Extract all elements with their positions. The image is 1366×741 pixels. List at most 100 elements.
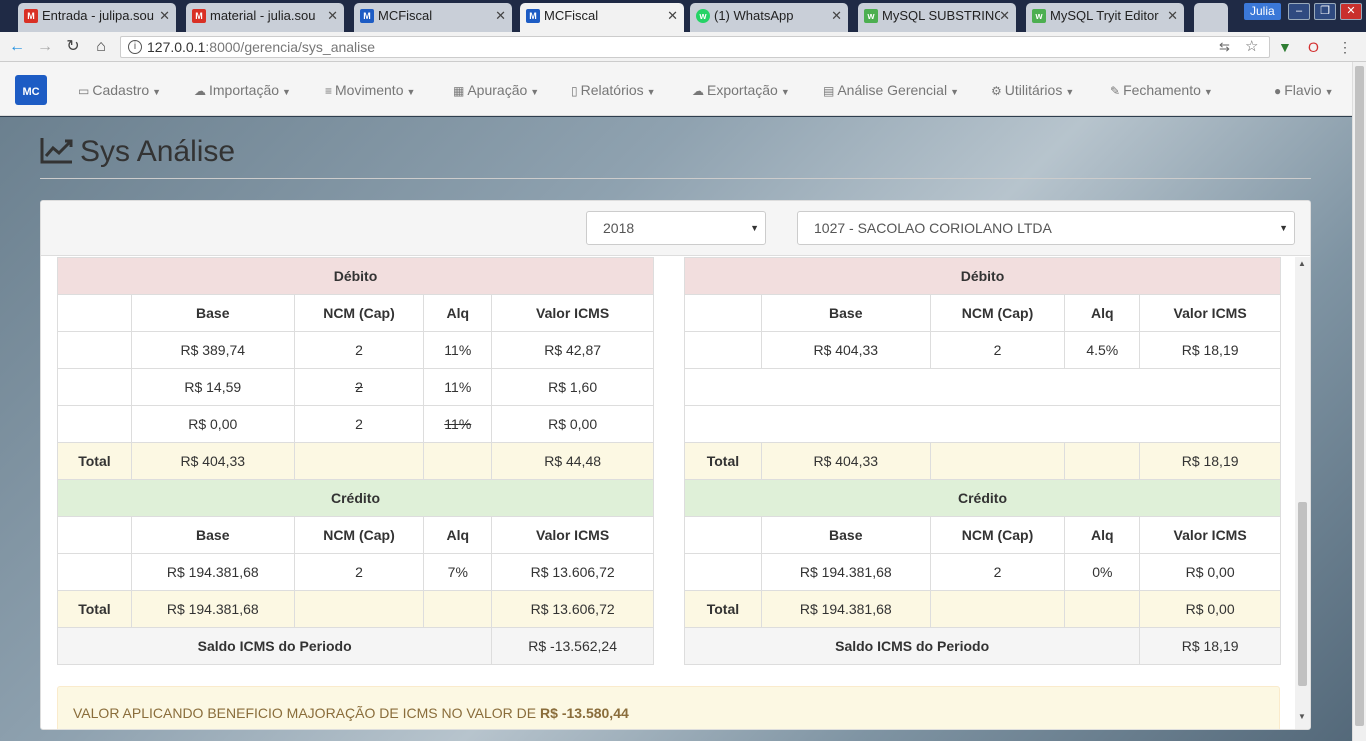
- restore-icon[interactable]: ❐: [1314, 3, 1336, 20]
- menu-movimento[interactable]: ≡ Movimento ▼: [325, 82, 415, 98]
- panel-filters: 2018 ▼ 1027 - SACOLAO CORIOLANO LTDA ▼: [41, 201, 1310, 256]
- url-path: :8000/gerencia/sys_analise: [205, 39, 376, 55]
- profile-badge[interactable]: Julia: [1244, 3, 1281, 20]
- page-scrollbar[interactable]: [1352, 62, 1366, 741]
- year-select[interactable]: 2018 ▼: [586, 211, 766, 245]
- company-select[interactable]: 1027 - SACOLAO CORIOLANO LTDA ▼: [797, 211, 1295, 245]
- opera-icon[interactable]: O: [1308, 39, 1319, 55]
- caret-down-icon: ▼: [152, 87, 162, 97]
- reload-icon[interactable]: ↻: [64, 38, 82, 56]
- caret-down-icon: ▼: [406, 87, 416, 97]
- w3schools-icon: w: [864, 9, 878, 23]
- caret-down-icon: ▼: [950, 87, 959, 97]
- menu-analise-gerencial[interactable]: ▤ Análise Gerencial ▼: [823, 82, 959, 98]
- saldo-row: Saldo ICMS do Periodo R$ 18,19: [683, 627, 1281, 665]
- table-row: R$ 389,74 2 11% R$ 42,87: [57, 331, 654, 369]
- select-arrow-icon: ▼: [750, 223, 759, 233]
- caret-down-icon: ▼: [780, 87, 790, 97]
- browser-tab[interactable]: M material - julia.sou ✕: [186, 3, 344, 32]
- table-row: R$ 404,33 2 4.5% R$ 18,19: [684, 331, 1281, 369]
- section-header-debito: Débito: [57, 257, 654, 295]
- browser-tab[interactable]: M MCFiscal ✕: [354, 3, 512, 32]
- column-header-row: Base NCM (Cap) Alq Valor ICMS: [684, 516, 1281, 554]
- close-tab-icon[interactable]: ✕: [999, 3, 1010, 29]
- browser-tab-strip: M Entrada - julipa.sou ✕ M material - ju…: [0, 0, 1366, 32]
- translate-icon[interactable]: ⇆: [1219, 37, 1230, 57]
- browser-tab-active[interactable]: M MCFiscal ✕: [520, 3, 684, 32]
- close-tab-icon[interactable]: ✕: [831, 3, 842, 29]
- analysis-panel: 2018 ▼ 1027 - SACOLAO CORIOLANO LTDA ▼ D…: [40, 200, 1311, 730]
- forward-arrow-icon[interactable]: →: [36, 38, 54, 56]
- caret-down-icon: ▼: [1203, 87, 1213, 97]
- browser-tab[interactable]: M Entrada - julipa.sou ✕: [18, 3, 176, 32]
- laptop-icon: ▭: [78, 84, 90, 98]
- icms-table-right: Débito Base NCM (Cap) Alq Valor ICMS R$ …: [683, 257, 1281, 665]
- browser-tab[interactable]: w MySQL Tryit Editor ✕: [1026, 3, 1184, 32]
- caret-down-icon: ▼: [530, 87, 540, 97]
- saldo-row: Saldo ICMS do Periodo R$ -13.562,24: [56, 627, 654, 665]
- column-header-row: Base NCM (Cap) Alq Valor ICMS: [57, 294, 654, 332]
- close-tab-icon[interactable]: ✕: [667, 3, 678, 29]
- close-tab-icon[interactable]: ✕: [495, 3, 506, 29]
- menu-importacao[interactable]: ☁ Importação ▼: [194, 82, 291, 98]
- app-logo[interactable]: MC: [15, 75, 47, 105]
- mcfiscal-icon: M: [526, 9, 540, 23]
- bookmark-star-icon[interactable]: ☆: [1245, 37, 1258, 57]
- section-header-debito: Débito: [684, 257, 1281, 295]
- close-tab-icon[interactable]: ✕: [327, 3, 338, 29]
- minimize-icon[interactable]: –: [1288, 3, 1310, 20]
- caret-down-icon: ▼: [282, 87, 291, 97]
- panel-body: Débito Base NCM (Cap) Alq Valor ICMS R$ …: [41, 257, 1310, 729]
- close-tab-icon[interactable]: ✕: [1167, 3, 1178, 29]
- menu-dots-icon[interactable]: ⋮: [1338, 39, 1352, 56]
- gear-icon: ⚙: [991, 84, 1002, 98]
- panel-scrollbar[interactable]: ▲ ▼: [1295, 257, 1310, 729]
- total-row: Total R$ 404,33 R$ 18,19: [684, 442, 1281, 480]
- info-icon[interactable]: i: [128, 40, 142, 54]
- cloud-download-icon: ☁: [692, 84, 704, 98]
- back-arrow-icon[interactable]: ←: [8, 38, 26, 56]
- title-divider: [40, 178, 1311, 179]
- browser-tab[interactable]: w (1) WhatsApp ✕: [690, 3, 848, 32]
- whatsapp-icon: w: [696, 9, 710, 23]
- w3schools-icon: w: [1032, 9, 1046, 23]
- total-row: Total R$ 404,33 R$ 44,48: [57, 442, 654, 480]
- menu-utilitarios[interactable]: ⚙ Utilitários ▼: [991, 82, 1074, 98]
- menu-fechamento[interactable]: ✎ Fechamento ▼: [1110, 82, 1213, 98]
- window-close-icon[interactable]: ✕: [1340, 3, 1362, 20]
- line-chart-icon: [40, 136, 74, 172]
- close-tab-icon[interactable]: ✕: [159, 3, 170, 29]
- icms-table-left: Débito Base NCM (Cap) Alq Valor ICMS R$ …: [56, 257, 654, 665]
- empty-row: [684, 368, 1281, 406]
- section-header-credito: Crédito: [57, 479, 654, 517]
- calculator-icon: ▦: [453, 84, 465, 98]
- menu-apuracao[interactable]: ▦ Apuração ▼: [453, 82, 539, 98]
- page-scrollbar-thumb[interactable]: [1355, 66, 1364, 726]
- new-tab-button[interactable]: [1194, 3, 1228, 32]
- menu-user[interactable]: ● Flavio ▼: [1274, 82, 1334, 98]
- table-row: R$ 0,00 2 11% R$ 0,00: [57, 405, 654, 443]
- wrench-icon: ✎: [1110, 84, 1121, 98]
- menu-cadastro[interactable]: ▭ Cadastro ▼: [78, 82, 161, 98]
- section-header-credito: Crédito: [684, 479, 1281, 517]
- scroll-up-icon[interactable]: ▲: [1298, 259, 1306, 268]
- table-row: R$ 194.381,68 2 7% R$ 13.606,72: [57, 553, 654, 591]
- address-bar: ← → ↻ ⌂ i 127.0.0.1:8000/gerencia/sys_an…: [0, 32, 1366, 62]
- vue-devtools-icon[interactable]: ▼: [1278, 39, 1292, 55]
- url-input[interactable]: i 127.0.0.1:8000/gerencia/sys_analise ⇆ …: [120, 36, 1270, 58]
- user-icon: ●: [1274, 84, 1282, 98]
- menu-relatorios[interactable]: ▯ Relatórios ▼: [571, 82, 656, 98]
- mcfiscal-icon: M: [360, 9, 374, 23]
- cloud-upload-icon: ☁: [194, 84, 206, 98]
- empty-row: [684, 405, 1281, 443]
- home-icon[interactable]: ⌂: [92, 38, 110, 56]
- menu-exportacao[interactable]: ☁ Exportação ▼: [692, 82, 790, 98]
- scroll-down-icon[interactable]: ▼: [1298, 712, 1306, 721]
- browser-tab[interactable]: w MySQL SUBSTRING ✕: [858, 3, 1016, 32]
- caret-down-icon: ▼: [646, 87, 656, 97]
- panel-scrollbar-thumb[interactable]: [1298, 502, 1307, 686]
- table-row: R$ 14,59 2 11% R$ 1,60: [57, 368, 654, 406]
- total-row: Total R$ 194.381,68 R$ 0,00: [684, 590, 1281, 628]
- column-header-row: Base NCM (Cap) Alq Valor ICMS: [684, 294, 1281, 332]
- select-arrow-icon: ▼: [1279, 223, 1288, 233]
